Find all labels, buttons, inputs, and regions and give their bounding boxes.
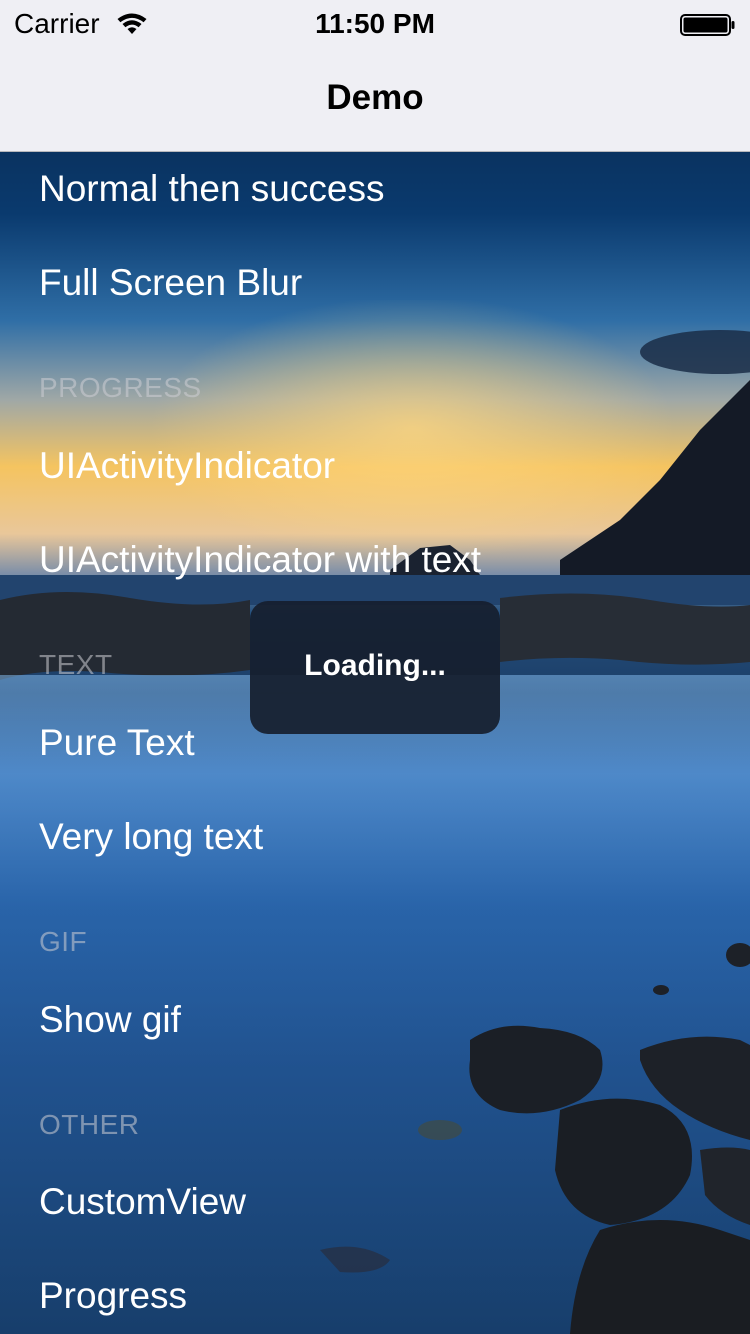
row-label: Normal then success <box>39 168 385 209</box>
row-uiactivityindicator[interactable]: UIActivityIndicator <box>0 423 750 515</box>
row-label: Show gif <box>39 999 181 1040</box>
row-label: Pure Text <box>39 722 195 763</box>
loading-hud: Loading... <box>250 601 500 734</box>
page-title: Demo <box>326 78 424 117</box>
row-label: Progress <box>39 1275 188 1316</box>
row-full-screen-blur[interactable]: Full Screen Blur <box>0 240 750 332</box>
hud-loading-text: Loading... <box>304 649 446 682</box>
section-header-other: OTHER <box>39 1109 140 1140</box>
row-customview[interactable]: CustomView <box>0 1159 750 1251</box>
navigation-bar: Carrier 11:50 PM Demo <box>0 0 750 152</box>
row-progress[interactable]: Progress <box>0 1253 750 1334</box>
battery-full-icon <box>680 14 735 36</box>
row-very-long-text[interactable]: Very long text <box>0 794 750 886</box>
section-header-gif: GIF <box>39 926 88 957</box>
row-uiactivityindicator-with-text[interactable]: UIActivityIndicator with text <box>0 517 750 609</box>
status-bar: Carrier 11:50 PM <box>0 0 750 48</box>
row-label: Full Screen Blur <box>39 262 303 303</box>
row-label: UIActivityIndicator with text <box>39 539 482 580</box>
section-header-progress: PROGRESS <box>39 372 202 403</box>
app-screen: Normal then success Full Screen Blur PRO… <box>0 0 750 1334</box>
row-show-gif[interactable]: Show gif <box>0 977 750 1069</box>
row-normal-then-success[interactable]: Normal then success <box>0 146 750 238</box>
status-time: 11:50 PM <box>315 8 435 39</box>
row-label: UIActivityIndicator <box>39 445 336 486</box>
row-label: CustomView <box>39 1181 247 1222</box>
row-label: Very long text <box>39 816 264 857</box>
section-header-text: TEXT <box>39 649 113 680</box>
